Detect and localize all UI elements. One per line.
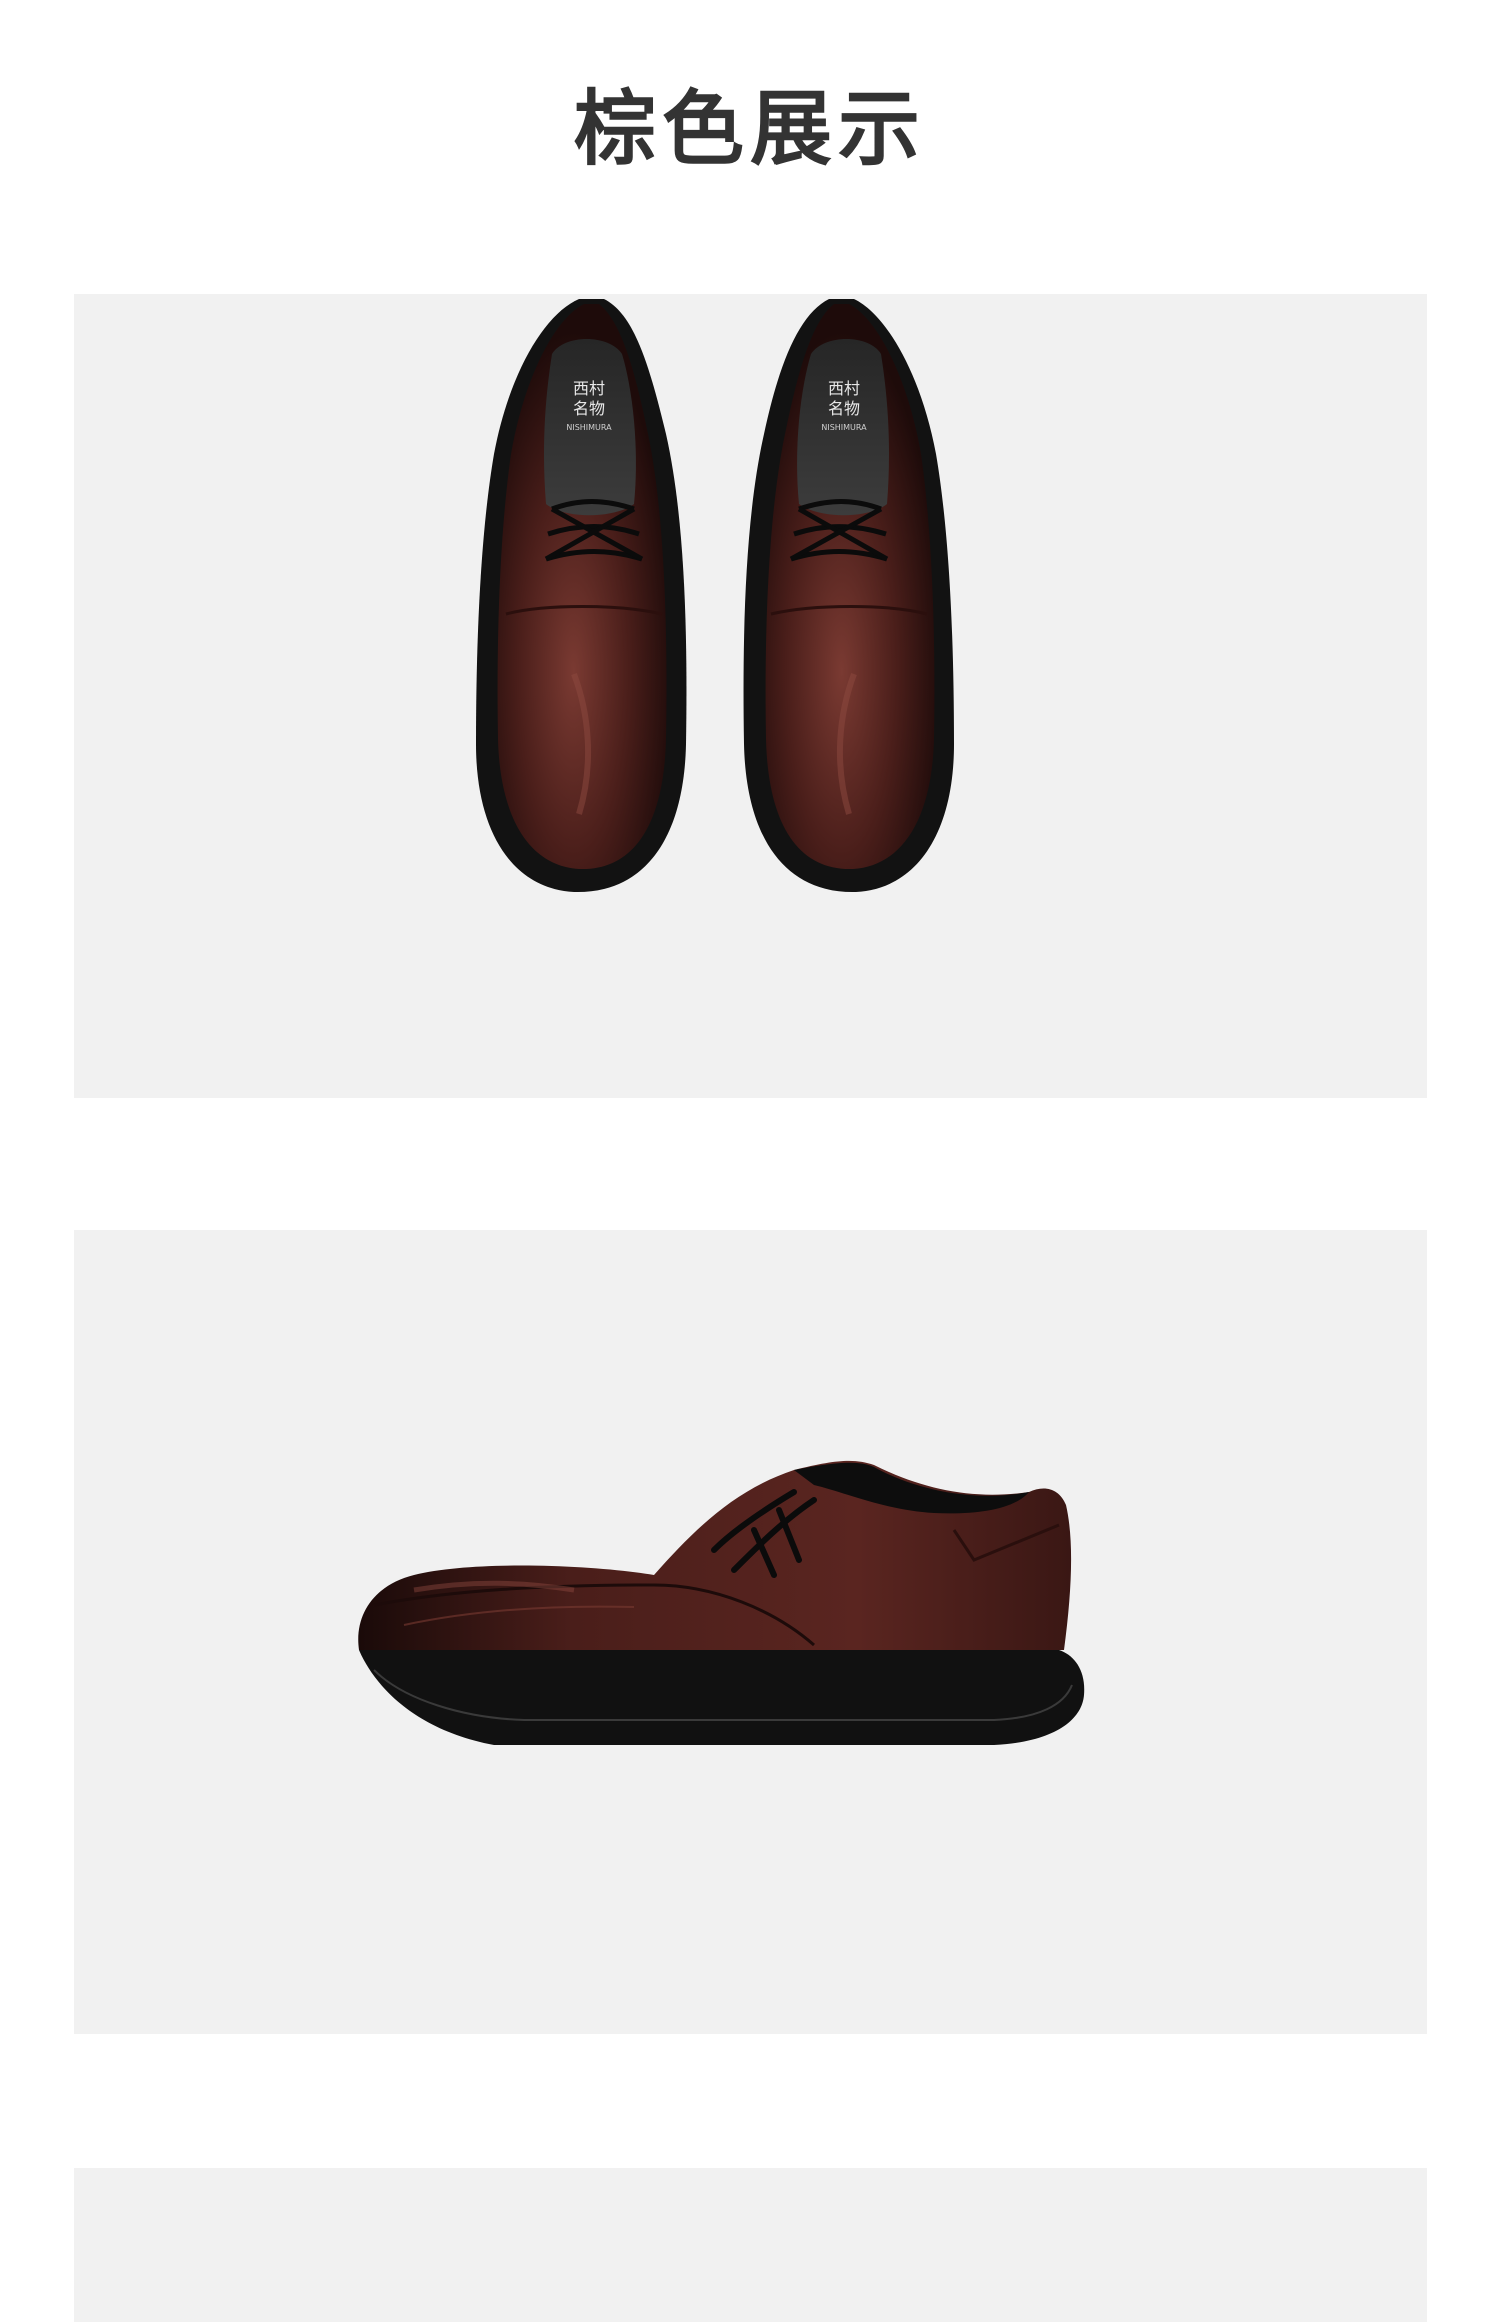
shoe-side-view xyxy=(358,1460,1085,1745)
single-shoe xyxy=(358,1460,1085,1745)
product-image-top-view: 西村 名物 NISHIMURA 西村 名物 NISHIMURA xyxy=(74,294,1427,1098)
product-image-side-view xyxy=(74,1230,1427,2034)
insole-logo-text: 名物 xyxy=(573,399,605,418)
product-image-placeholder xyxy=(74,2168,1427,2322)
page-title: 棕色展示 xyxy=(573,81,926,177)
shoe-pair-top-view: 西村 名物 NISHIMURA 西村 名物 NISHIMURA xyxy=(476,299,954,893)
right-shoe: 西村 名物 NISHIMURA xyxy=(743,299,954,893)
insole-logo-text: 名物 xyxy=(828,399,860,418)
insole-logo-text: 西村 xyxy=(573,379,605,398)
left-shoe: 西村 名物 NISHIMURA xyxy=(476,299,687,893)
insole-logo-text: NISHIMURA xyxy=(821,423,867,432)
insole-logo-text: NISHIMURA xyxy=(566,423,612,432)
insole-logo-text: 西村 xyxy=(828,379,860,398)
